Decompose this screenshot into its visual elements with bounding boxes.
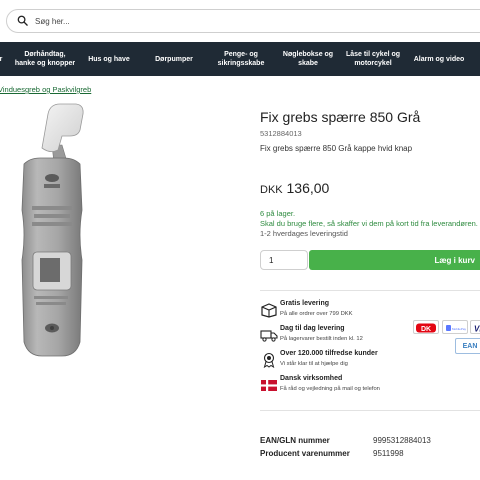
spec-label-manufacturer-sku: Producent varenummer (260, 449, 350, 458)
stock-note: Skal du bruge flere, så skaffer vi dem p… (260, 218, 478, 228)
feature-satisfied-customers: Over 120.000 tilfredse kunder Vi står kl… (260, 350, 420, 374)
product-description: Fix grebs spærre 850 Grå kappe hvid knap (260, 144, 413, 153)
search-icon[interactable] (17, 15, 28, 26)
mobilepay-badge: MobilePay (442, 320, 468, 334)
feature-title: Gratis levering (280, 300, 330, 307)
dankort-badge: DK (413, 320, 439, 334)
search-input[interactable] (35, 13, 335, 29)
delivery-time: 1-2 hverdages leveringstid (260, 229, 348, 238)
award-icon (263, 352, 275, 368)
spec-label-ean: EAN/GLN nummer (260, 436, 330, 445)
product-sku: 5312884013 (260, 129, 302, 138)
add-to-cart-button[interactable]: Læg i kurv (309, 250, 480, 270)
feature-title: Dansk virksomhed (280, 375, 343, 382)
box-icon (261, 303, 277, 318)
category-nav: r Dørhåndtag, hanke og knopper Hus og ha… (0, 42, 480, 76)
feature-free-delivery: Gratis levering På alle ordrer over 799 … (260, 300, 420, 324)
top-bar (0, 0, 480, 42)
spec-value-ean: 9995312884013 (373, 436, 431, 445)
search-bar[interactable] (6, 9, 480, 33)
truck-icon (260, 330, 278, 342)
product-price: DKK 136,00 (260, 180, 329, 196)
svg-text:DK: DK (421, 326, 431, 333)
nav-item-bike-locks[interactable]: Låse til cykel og motorcykel (342, 42, 404, 76)
stock-status: 6 på lager. Skal du bruge flere, så skaf… (260, 209, 478, 228)
quantity-input[interactable] (260, 250, 308, 270)
nav-item-house-garden[interactable]: Hus og have (82, 42, 136, 76)
feature-subtitle: Vi står klar til at hjælpe dig (280, 361, 348, 367)
divider (260, 410, 480, 411)
nav-item-door-closers[interactable]: Dørpumper (146, 42, 202, 76)
danish-flag-icon (261, 380, 277, 391)
feature-title: Dag til dag levering (280, 325, 345, 332)
window-lock-illustration (21, 103, 84, 357)
nav-item-doorhandles[interactable]: Dørhåndtag, hanke og knopper (14, 42, 76, 76)
nav-item-key-boxes[interactable]: Nøglebokse og skabe (276, 42, 340, 76)
feature-next-day: Dag til dag levering På lagervarer besti… (260, 325, 420, 349)
divider (260, 290, 480, 291)
breadcrumb-link[interactable]: Vinduesgreb og Paskvilgreb (0, 85, 91, 94)
product-image (0, 100, 250, 390)
feature-subtitle: På alle ordrer over 799 DKK (280, 311, 353, 317)
svg-text:MobilePay: MobilePay (452, 327, 467, 331)
nav-item-alarm-video[interactable]: Alarm og video (408, 42, 470, 76)
feature-subtitle: Få råd og vejledning på mail og telefon (280, 386, 380, 392)
feature-danish-company: Dansk virksomhed Få råd og vejledning på… (260, 375, 420, 399)
nav-item-safes[interactable]: Penge- og sikringsskabe (210, 42, 272, 76)
visa-badge: VI (470, 320, 480, 334)
stock-count: 6 på lager. (260, 209, 296, 218)
ean-badge: EAN (455, 338, 480, 354)
price-amount: 136,00 (286, 180, 330, 196)
nav-item-partial[interactable]: r (0, 42, 6, 76)
product-title: Fix grebs spærre 850 Grå (260, 109, 421, 125)
price-currency: DKK (260, 184, 283, 196)
svg-text:VI: VI (474, 325, 480, 334)
spec-value-manufacturer-sku: 9511998 (373, 449, 404, 458)
visa-icon: VI (474, 325, 480, 334)
feature-subtitle: På lagervarer bestilt inden kl. 12 (280, 336, 363, 342)
feature-title: Over 120.000 tilfredse kunder (280, 350, 378, 357)
mobilepay-icon: MobilePay (446, 325, 467, 331)
dankort-icon: DK (416, 323, 436, 333)
